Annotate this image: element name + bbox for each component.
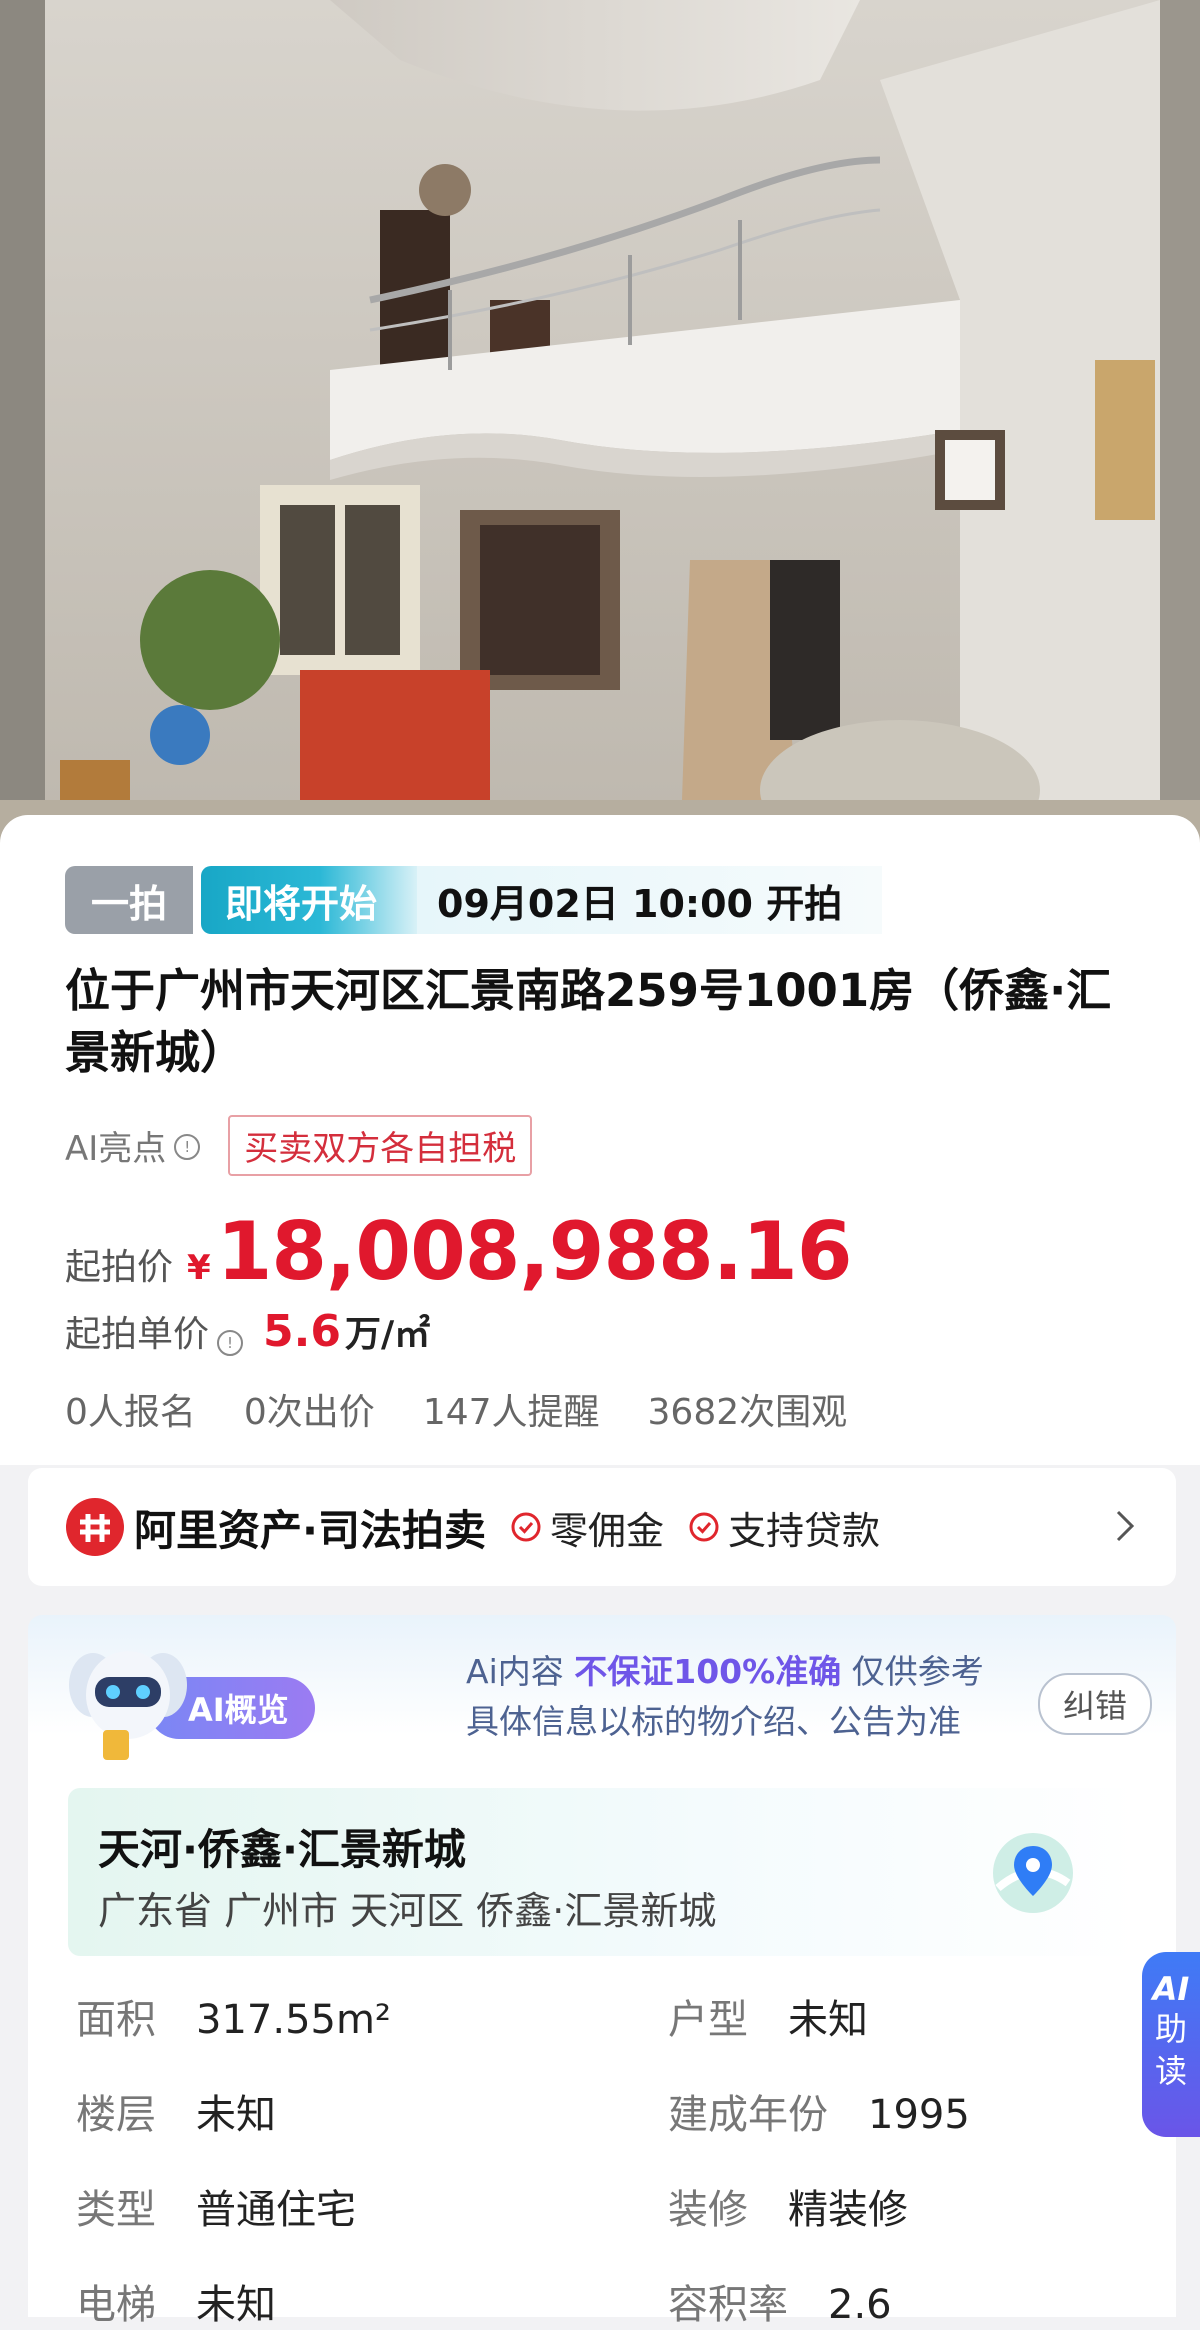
spec-value: 317.55m²: [196, 1997, 391, 2043]
spec-value: 未知: [196, 2092, 276, 2138]
spec-value: 2.6: [828, 2282, 892, 2328]
spec-key: 类型: [76, 2187, 156, 2233]
spec-key: 容积率: [668, 2282, 788, 2328]
spec-key: 楼层: [76, 2092, 156, 2138]
ai-highlight-row: AI亮点 ! 买卖双方各自担税: [65, 1114, 533, 1176]
correct-button[interactable]: 纠错: [1038, 1673, 1152, 1735]
info-icon[interactable]: !: [217, 1330, 244, 1356]
location-box[interactable]: 天河·侨鑫·汇景新城 广东省 广州市 天河区 侨鑫·汇景新城: [68, 1788, 1138, 1956]
disclaimer-prefix: Ai内容: [466, 1652, 564, 1691]
spec-value: 未知: [788, 1997, 868, 2043]
ai-highlight-tag: 买卖双方各自担税: [228, 1114, 533, 1176]
spec-item: 户型 未知: [668, 1987, 868, 2045]
map-pin-icon[interactable]: [988, 1828, 1078, 1918]
ai-float-line1: AI: [1152, 1970, 1190, 2008]
ali-asset-logo-icon: [66, 1498, 124, 1556]
location-address: 广东省 广州市 天河区 侨鑫·汇景新城: [98, 1889, 717, 1933]
info-icon[interactable]: !: [174, 1134, 201, 1160]
ai-overview-card: AI概览 Ai内容 不保证100%准确 仅供参考 具体信息以标的物介绍、公告为准…: [28, 1615, 1176, 2328]
stat-signups: 0人报名: [65, 1392, 196, 1433]
auction-stats: 0人报名 0次出价 147人提醒 3682次围观: [65, 1383, 847, 1435]
spec-item: 装修 精装修: [668, 2177, 908, 2235]
feature-label: 零佣金: [549, 1508, 664, 1553]
spec-value: 未知: [196, 2282, 276, 2328]
ai-disclaimer: Ai内容 不保证100%准确 仅供参考 具体信息以标的物介绍、公告为准: [466, 1647, 1046, 1747]
unit-price-row: 起拍单价 ! 5.6 万/㎡: [65, 1305, 430, 1357]
stat-bids: 0次出价: [243, 1392, 375, 1433]
ai-float-line3: 读: [1154, 2052, 1187, 2090]
unit-price-suffix: 万/㎡: [344, 1314, 431, 1355]
start-price-row: 起拍价 ¥ 18,008,988.16: [65, 1205, 852, 1298]
feature-loan-support: 支持贷款: [688, 1500, 880, 1555]
property-photo[interactable]: [0, 0, 1200, 860]
spec-key: 建成年份: [668, 2092, 828, 2138]
auction-status-row: 一拍 即将开始 09月02日 10:00 开拍: [65, 865, 883, 935]
spec-item: 电梯 未知: [76, 2272, 276, 2330]
listing-title: 位于广州市天河区汇景南路259号1001房（侨鑫·汇景新城）: [65, 964, 1112, 1079]
start-price-value: 18,008,988.16: [216, 1205, 853, 1298]
spec-item: 楼层 未知: [76, 2082, 276, 2140]
spec-key: 装修: [668, 2187, 748, 2233]
currency-symbol: ¥: [187, 1248, 211, 1288]
spec-value: 1995: [868, 2092, 970, 2138]
spec-item: 建成年份 1995: [668, 2082, 970, 2140]
disclaimer-highlight: 不保证100%准确: [574, 1652, 842, 1691]
spec-item: 面积 317.55m²: [76, 1987, 391, 2045]
stat-views: 3682次围观: [647, 1392, 848, 1433]
unit-price-label: 起拍单价: [65, 1314, 210, 1355]
spec-value: 精装修: [788, 2187, 908, 2233]
ai-mascot-icon: [69, 1651, 187, 1760]
ai-highlight-label: AI亮点: [65, 1128, 167, 1169]
spec-value: 普通住宅: [196, 2187, 356, 2233]
check-circle-icon: [689, 1512, 719, 1542]
disclaimer-suffix: 仅供参考: [851, 1652, 984, 1691]
chevron-right-icon[interactable]: [1114, 1508, 1136, 1544]
platform-name: 阿里资产·司法拍卖: [134, 1505, 486, 1555]
disclaimer-line2: 具体信息以标的物介绍、公告为准: [466, 1702, 961, 1741]
ai-reading-assistant-button[interactable]: AI 助 读: [1142, 1952, 1200, 2137]
ai-float-line2: 助: [1154, 2010, 1187, 2048]
platform-bar[interactable]: 阿里资产·司法拍卖 零佣金 支持贷款: [28, 1468, 1176, 1586]
start-time: 09月02日 10:00 开拍: [417, 866, 883, 934]
spec-item: 容积率 2.6: [668, 2272, 892, 2330]
unit-price-value: 5.6: [263, 1306, 341, 1357]
feature-zero-commission: 零佣金: [510, 1500, 664, 1555]
spec-key: 面积: [76, 1997, 156, 2043]
status-tag: 即将开始: [201, 866, 418, 934]
spec-key: 电梯: [76, 2282, 156, 2328]
spec-key: 户型: [668, 1997, 748, 2043]
check-circle-icon: [511, 1512, 541, 1542]
spec-item: 类型 普通住宅: [76, 2177, 356, 2235]
stat-reminders: 147人提醒: [422, 1392, 600, 1433]
feature-label: 支持贷款: [727, 1508, 880, 1553]
auction-summary-card: 一拍 即将开始 09月02日 10:00 开拍 位于广州市天河区汇景南路259号…: [0, 815, 1200, 1465]
round-tag: 一拍: [65, 866, 194, 934]
location-title: 天河·侨鑫·汇景新城: [98, 1825, 466, 1874]
start-price-label: 起拍价: [65, 1247, 174, 1288]
